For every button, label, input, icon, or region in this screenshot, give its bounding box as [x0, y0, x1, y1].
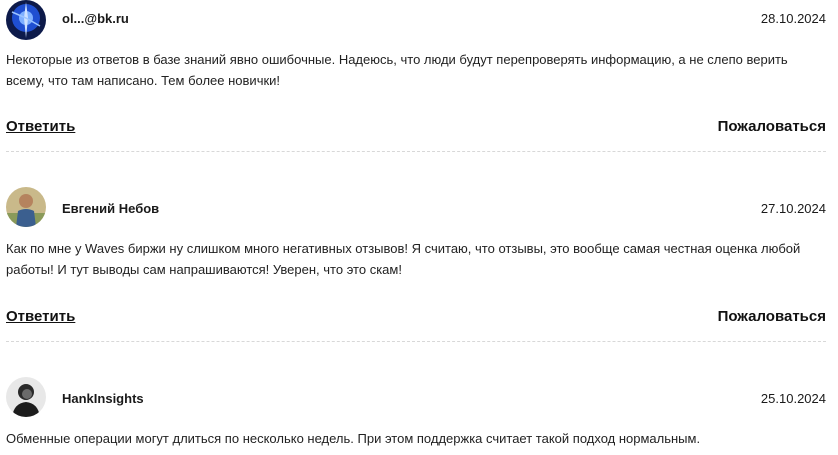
comment-author: HankInsights [62, 391, 144, 406]
comment-text: Как по мне у Waves биржи ну слишком мног… [6, 241, 801, 277]
comment-date: 28.10.2024 [760, 11, 826, 26]
comment-date: 27.10.2024 [760, 201, 826, 216]
comment-text: Обменные операции могут длиться по неско… [6, 431, 701, 446]
comment-author: ol...@bk.ru [62, 11, 129, 26]
divider [6, 341, 826, 342]
avatar[interactable] [6, 187, 46, 227]
report-link[interactable]: Пожаловаться [718, 118, 826, 135]
reply-link[interactable]: Ответить [6, 118, 75, 135]
comment-author: Евгений Небов [62, 201, 160, 216]
comment-date: 25.10.2024 [760, 391, 826, 406]
avatar[interactable] [6, 0, 46, 40]
report-link[interactable]: Пожаловаться [718, 308, 826, 325]
comment-text: Некоторые из ответов в базе знаний явно … [6, 52, 788, 88]
avatar[interactable] [6, 377, 46, 417]
reply-link[interactable]: Ответить [6, 308, 75, 325]
divider [6, 151, 826, 152]
